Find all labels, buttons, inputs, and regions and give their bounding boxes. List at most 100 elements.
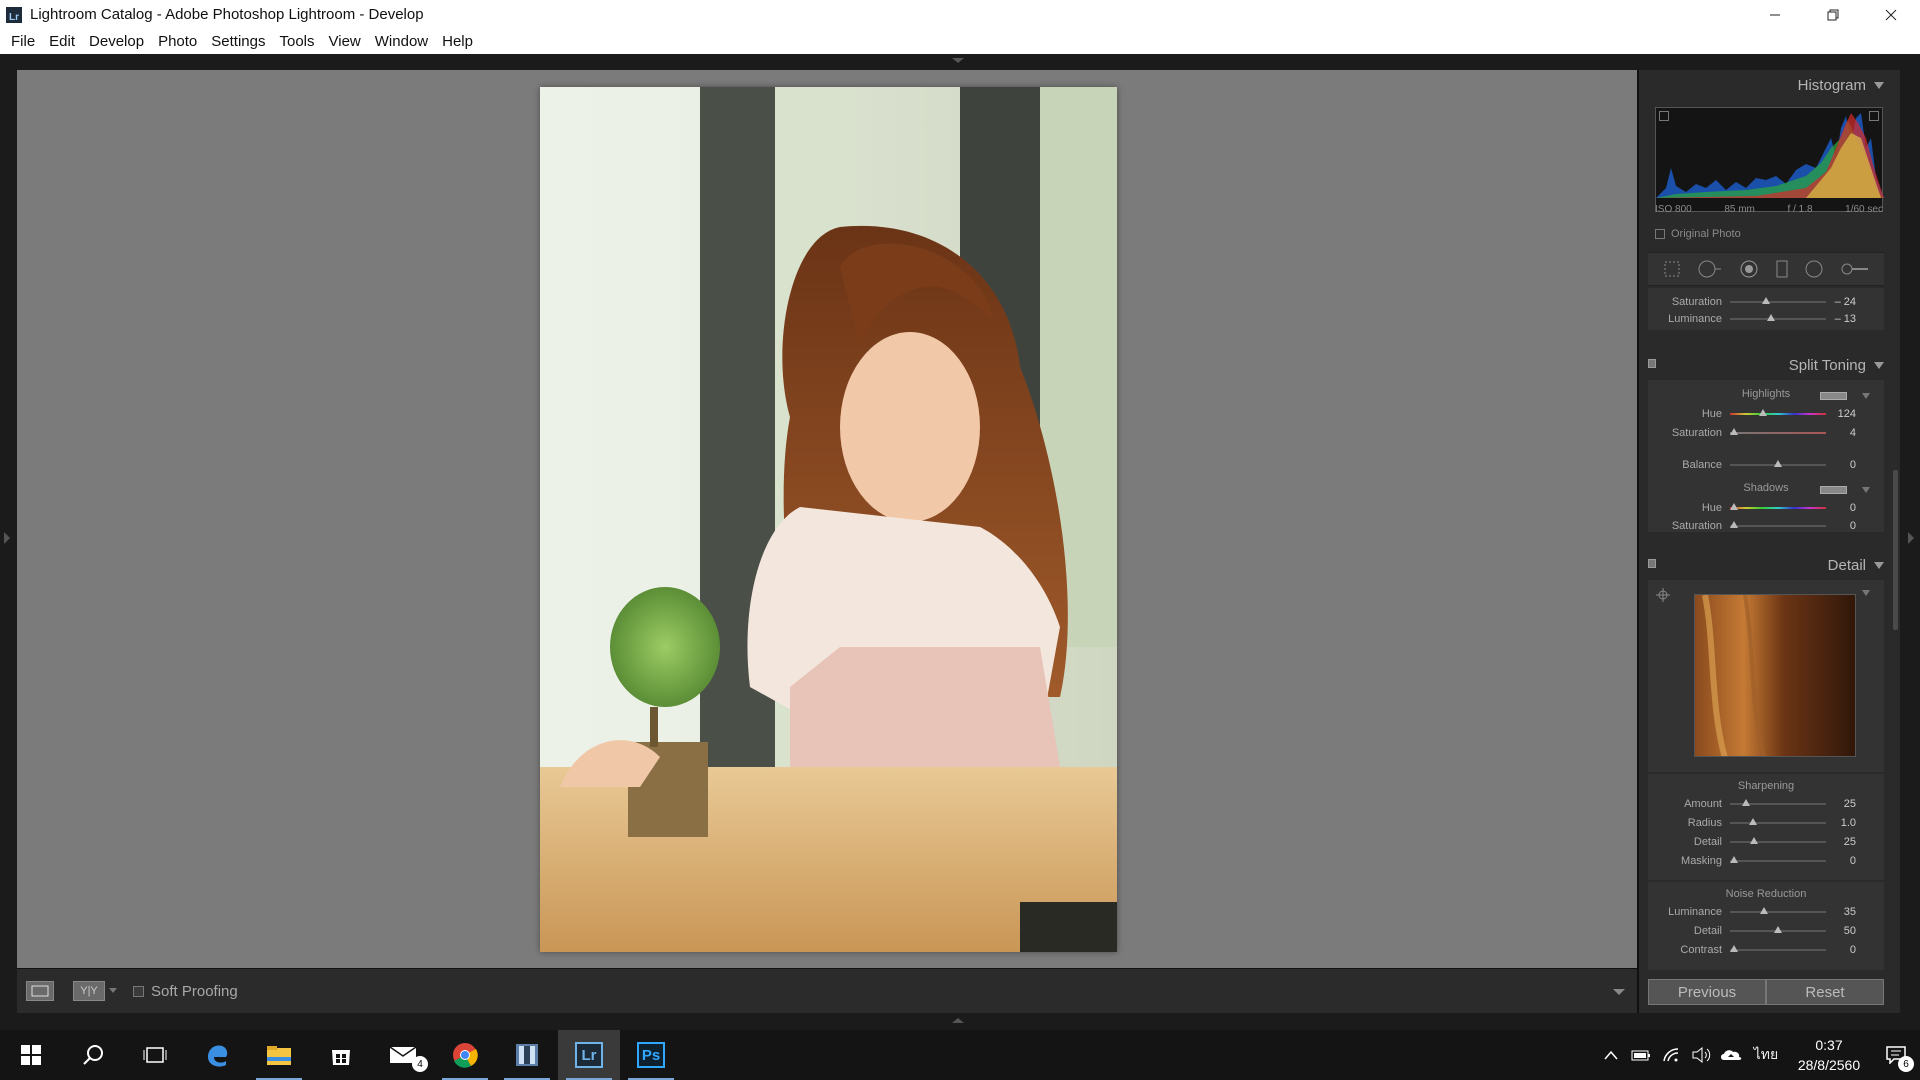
slider-thumb[interactable] xyxy=(1749,817,1758,825)
detail-zoom-preview[interactable] xyxy=(1694,594,1856,757)
shadow-clipping-toggle[interactable] xyxy=(1659,111,1669,121)
menu-tools[interactable]: Tools xyxy=(272,33,321,50)
previous-button[interactable]: Previous xyxy=(1648,979,1766,1005)
hsl-luminance-row[interactable]: Luminance – 13 xyxy=(1648,311,1884,326)
original-photo-toggle[interactable]: Original Photo xyxy=(1655,228,1741,240)
show-hidden-icons-icon[interactable] xyxy=(1596,1050,1626,1060)
adjustment-brush-icon[interactable] xyxy=(1840,259,1870,279)
radial-filter-icon[interactable] xyxy=(1804,259,1824,279)
slider-value[interactable]: 4 xyxy=(1826,427,1866,439)
slider-thumb[interactable] xyxy=(1730,944,1738,952)
soft-proofing-checkbox[interactable] xyxy=(133,985,144,997)
before-after-button[interactable]: Y|Y xyxy=(73,981,105,1001)
slider-value[interactable]: – 13 xyxy=(1826,313,1866,325)
graduated-filter-icon[interactable] xyxy=(1775,259,1789,279)
slider-thumb[interactable] xyxy=(1730,520,1738,528)
slider-thumb[interactable] xyxy=(1750,836,1758,844)
chevron-down-icon[interactable] xyxy=(1862,393,1870,399)
store-button[interactable] xyxy=(310,1030,372,1080)
mail-button[interactable]: 4 xyxy=(372,1030,434,1080)
sharpening-masking-row[interactable]: Masking 0 xyxy=(1648,853,1884,868)
right-panel-scrollbar[interactable] xyxy=(1893,470,1898,630)
system-clock[interactable]: 0:37 28/8/2560 xyxy=(1786,1035,1872,1075)
chevron-down-icon[interactable] xyxy=(1862,487,1870,493)
action-center-button[interactable]: 6 xyxy=(1872,1030,1920,1080)
slider-thumb[interactable] xyxy=(1762,296,1771,304)
slider-track[interactable] xyxy=(1730,798,1826,806)
slider-track[interactable] xyxy=(1730,836,1826,844)
left-panel-toggle[interactable] xyxy=(4,532,10,544)
volume-icon[interactable] xyxy=(1686,1047,1716,1063)
menu-photo[interactable]: Photo xyxy=(151,33,204,50)
slider-value[interactable]: 0 xyxy=(1826,502,1866,514)
slider-track[interactable] xyxy=(1730,296,1826,304)
noise-detail-row[interactable]: Detail 50 xyxy=(1648,923,1884,938)
input-language-indicator[interactable]: ไทย xyxy=(1746,1044,1786,1066)
reset-button[interactable]: Reset xyxy=(1766,979,1884,1005)
original-photo-checkbox[interactable] xyxy=(1655,229,1665,239)
photo-preview[interactable] xyxy=(540,87,1117,952)
minimize-button[interactable] xyxy=(1746,0,1804,29)
crop-tool-icon[interactable] xyxy=(1662,259,1682,279)
slider-value[interactable]: 35 xyxy=(1826,906,1866,918)
balance-row[interactable]: Balance 0 xyxy=(1648,457,1884,472)
menu-help[interactable]: Help xyxy=(435,33,480,50)
split-toning-header[interactable]: Split Toning xyxy=(1648,352,1884,378)
menu-file[interactable]: File xyxy=(4,33,42,50)
slider-value[interactable]: 1.0 xyxy=(1826,817,1866,829)
menu-settings[interactable]: Settings xyxy=(204,33,272,50)
slider-track[interactable] xyxy=(1730,313,1826,321)
slider-value[interactable]: 50 xyxy=(1826,925,1866,937)
slider-thumb[interactable] xyxy=(1730,502,1738,510)
highlights-color-swatch[interactable] xyxy=(1820,392,1847,400)
highlights-saturation-row[interactable]: Saturation 4 xyxy=(1648,425,1884,440)
hue-track[interactable] xyxy=(1730,502,1826,510)
right-panel-toggle[interactable] xyxy=(1908,532,1914,544)
slider-track[interactable] xyxy=(1730,855,1826,863)
restore-button[interactable] xyxy=(1804,0,1862,29)
menu-develop[interactable]: Develop xyxy=(82,33,151,50)
filmstrip-toggle[interactable] xyxy=(952,1018,964,1023)
slider-value[interactable]: 0 xyxy=(1826,520,1866,532)
slider-track[interactable] xyxy=(1730,817,1826,825)
menu-view[interactable]: View xyxy=(322,33,368,50)
slider-value[interactable]: 25 xyxy=(1826,836,1866,848)
slider-thumb[interactable] xyxy=(1759,906,1768,914)
slider-thumb[interactable] xyxy=(1774,459,1782,467)
sharpening-detail-row[interactable]: Detail 25 xyxy=(1648,834,1884,849)
wifi-icon[interactable] xyxy=(1656,1047,1686,1063)
toolbar-options-dropdown[interactable] xyxy=(1613,989,1625,995)
highlights-hue-row[interactable]: Hue 124 xyxy=(1648,406,1884,421)
red-eye-icon[interactable] xyxy=(1739,259,1759,279)
chevron-down-icon[interactable] xyxy=(109,988,117,994)
menu-window[interactable]: Window xyxy=(368,33,435,50)
slider-value[interactable]: 0 xyxy=(1826,855,1866,867)
slider-track[interactable] xyxy=(1730,944,1826,952)
detail-header[interactable]: Detail xyxy=(1648,552,1884,578)
slider-thumb[interactable] xyxy=(1742,798,1751,806)
slider-track[interactable] xyxy=(1730,459,1826,467)
edge-button[interactable] xyxy=(186,1030,248,1080)
slider-value[interactable]: 0 xyxy=(1826,459,1866,471)
saturation-track[interactable] xyxy=(1729,427,1826,435)
image-canvas[interactable] xyxy=(17,70,1637,968)
hue-track[interactable] xyxy=(1730,408,1826,416)
loupe-view-button[interactable] xyxy=(26,981,54,1001)
battery-icon[interactable] xyxy=(1626,1049,1656,1061)
slider-thumb[interactable] xyxy=(1729,427,1738,435)
noise-contrast-row[interactable]: Contrast 0 xyxy=(1648,942,1884,957)
shadows-color-swatch[interactable] xyxy=(1820,486,1847,494)
search-button[interactable] xyxy=(62,1030,124,1080)
close-button[interactable] xyxy=(1862,0,1920,29)
slider-thumb[interactable] xyxy=(1774,925,1782,933)
slider-thumb[interactable] xyxy=(1730,855,1738,863)
hsl-saturation-row[interactable]: Saturation – 24 xyxy=(1648,294,1884,309)
slider-value[interactable]: 0 xyxy=(1826,944,1866,956)
slider-value[interactable]: 25 xyxy=(1826,798,1866,810)
slider-thumb[interactable] xyxy=(1758,408,1767,416)
slider-value[interactable]: 124 xyxy=(1826,408,1866,420)
onedrive-icon[interactable] xyxy=(1716,1048,1746,1062)
menu-edit[interactable]: Edit xyxy=(42,33,82,50)
shadows-hue-row[interactable]: Hue 0 xyxy=(1648,500,1884,515)
sharpening-amount-row[interactable]: Amount 25 xyxy=(1648,796,1884,811)
